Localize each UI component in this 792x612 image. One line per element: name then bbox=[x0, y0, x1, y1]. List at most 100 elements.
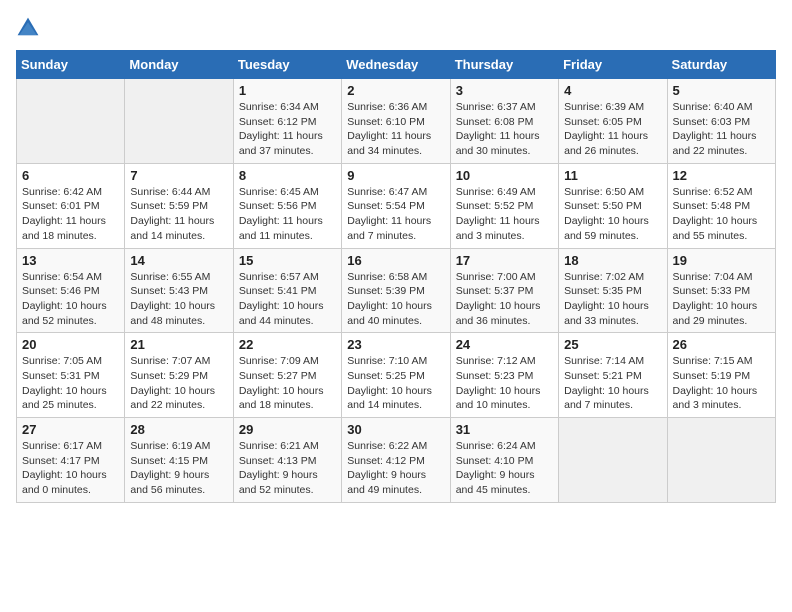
day-info: Sunrise: 6:54 AMSunset: 5:46 PMDaylight:… bbox=[22, 270, 119, 329]
day-info: Sunrise: 6:44 AMSunset: 5:59 PMDaylight:… bbox=[130, 185, 227, 244]
calendar-header: SundayMondayTuesdayWednesdayThursdayFrid… bbox=[17, 51, 776, 79]
calendar-week-2: 6Sunrise: 6:42 AMSunset: 6:01 PMDaylight… bbox=[17, 163, 776, 248]
calendar-cell: 11 Sunrise: 6:50 AMSunset: 5:50 PMDayligh… bbox=[559, 163, 667, 248]
calendar-cell: 9 Sunrise: 6:47 AMSunset: 5:54 PMDaylight… bbox=[342, 163, 450, 248]
day-info: Sunrise: 6:39 AMSunset: 6:05 PMDaylight:… bbox=[564, 100, 661, 159]
day-number: 31 bbox=[456, 422, 553, 437]
day-number: 10 bbox=[456, 168, 553, 183]
calendar-week-5: 27 Sunrise: 6:17 AMSunset: 4:17 PMDayligh… bbox=[17, 418, 776, 503]
weekday-header-saturday: Saturday bbox=[667, 51, 775, 79]
day-info: Sunrise: 6:42 AMSunset: 6:01 PMDaylight:… bbox=[22, 185, 119, 244]
day-info: Sunrise: 6:52 AMSunset: 5:48 PMDaylight:… bbox=[673, 185, 770, 244]
day-number: 14 bbox=[130, 253, 227, 268]
weekday-header-thursday: Thursday bbox=[450, 51, 558, 79]
logo bbox=[16, 16, 44, 40]
calendar-cell: 4 Sunrise: 6:39 AMSunset: 6:05 PMDaylight… bbox=[559, 79, 667, 164]
weekday-header-tuesday: Tuesday bbox=[233, 51, 341, 79]
calendar-cell bbox=[559, 418, 667, 503]
calendar-cell: 24 Sunrise: 7:12 AMSunset: 5:23 PMDayligh… bbox=[450, 333, 558, 418]
calendar-cell: 27 Sunrise: 6:17 AMSunset: 4:17 PMDayligh… bbox=[17, 418, 125, 503]
day-number: 8 bbox=[239, 168, 336, 183]
weekday-header-friday: Friday bbox=[559, 51, 667, 79]
day-info: Sunrise: 6:47 AMSunset: 5:54 PMDaylight:… bbox=[347, 185, 444, 244]
day-number: 17 bbox=[456, 253, 553, 268]
day-info: Sunrise: 6:50 AMSunset: 5:50 PMDaylight:… bbox=[564, 185, 661, 244]
calendar-cell: 17 Sunrise: 7:00 AMSunset: 5:37 PMDayligh… bbox=[450, 248, 558, 333]
weekday-header-sunday: Sunday bbox=[17, 51, 125, 79]
calendar-cell: 26 Sunrise: 7:15 AMSunset: 5:19 PMDayligh… bbox=[667, 333, 775, 418]
day-number: 20 bbox=[22, 337, 119, 352]
calendar-cell: 5 Sunrise: 6:40 AMSunset: 6:03 PMDaylight… bbox=[667, 79, 775, 164]
calendar-cell: 16 Sunrise: 6:58 AMSunset: 5:39 PMDayligh… bbox=[342, 248, 450, 333]
calendar-cell: 14 Sunrise: 6:55 AMSunset: 5:43 PMDayligh… bbox=[125, 248, 233, 333]
day-number: 22 bbox=[239, 337, 336, 352]
calendar-cell bbox=[667, 418, 775, 503]
calendar-week-3: 13 Sunrise: 6:54 AMSunset: 5:46 PMDayligh… bbox=[17, 248, 776, 333]
day-info: Sunrise: 7:09 AMSunset: 5:27 PMDaylight:… bbox=[239, 354, 336, 413]
calendar-week-1: 1Sunrise: 6:34 AMSunset: 6:12 PMDaylight… bbox=[17, 79, 776, 164]
day-info: Sunrise: 6:58 AMSunset: 5:39 PMDaylight:… bbox=[347, 270, 444, 329]
day-number: 21 bbox=[130, 337, 227, 352]
day-info: Sunrise: 7:05 AMSunset: 5:31 PMDaylight:… bbox=[22, 354, 119, 413]
calendar-cell: 7 Sunrise: 6:44 AMSunset: 5:59 PMDaylight… bbox=[125, 163, 233, 248]
day-number: 4 bbox=[564, 83, 661, 98]
calendar-cell: 10 Sunrise: 6:49 AMSunset: 5:52 PMDayligh… bbox=[450, 163, 558, 248]
weekday-header-monday: Monday bbox=[125, 51, 233, 79]
calendar-cell: 19Sunrise: 7:04 AMSunset: 5:33 PMDayligh… bbox=[667, 248, 775, 333]
calendar-cell: 28 Sunrise: 6:19 AMSunset: 4:15 PMDayligh… bbox=[125, 418, 233, 503]
day-number: 27 bbox=[22, 422, 119, 437]
day-number: 23 bbox=[347, 337, 444, 352]
day-number: 5 bbox=[673, 83, 770, 98]
day-info: Sunrise: 7:15 AMSunset: 5:19 PMDaylight:… bbox=[673, 354, 770, 413]
day-number: 26 bbox=[673, 337, 770, 352]
day-number: 24 bbox=[456, 337, 553, 352]
calendar-cell: 6Sunrise: 6:42 AMSunset: 6:01 PMDaylight… bbox=[17, 163, 125, 248]
day-number: 9 bbox=[347, 168, 444, 183]
day-number: 2 bbox=[347, 83, 444, 98]
day-info: Sunrise: 6:22 AMSunset: 4:12 PMDaylight:… bbox=[347, 439, 444, 498]
day-info: Sunrise: 6:55 AMSunset: 5:43 PMDaylight:… bbox=[130, 270, 227, 329]
day-info: Sunrise: 6:37 AMSunset: 6:08 PMDaylight:… bbox=[456, 100, 553, 159]
day-info: Sunrise: 6:45 AMSunset: 5:56 PMDaylight:… bbox=[239, 185, 336, 244]
day-info: Sunrise: 6:21 AMSunset: 4:13 PMDaylight:… bbox=[239, 439, 336, 498]
day-info: Sunrise: 7:14 AMSunset: 5:21 PMDaylight:… bbox=[564, 354, 661, 413]
page-header bbox=[16, 16, 776, 40]
day-number: 30 bbox=[347, 422, 444, 437]
day-number: 12 bbox=[673, 168, 770, 183]
calendar-cell: 13 Sunrise: 6:54 AMSunset: 5:46 PMDayligh… bbox=[17, 248, 125, 333]
day-number: 28 bbox=[130, 422, 227, 437]
day-info: Sunrise: 7:00 AMSunset: 5:37 PMDaylight:… bbox=[456, 270, 553, 329]
weekday-header-wednesday: Wednesday bbox=[342, 51, 450, 79]
calendar-cell: 12 Sunrise: 6:52 AMSunset: 5:48 PMDayligh… bbox=[667, 163, 775, 248]
calendar-table: SundayMondayTuesdayWednesdayThursdayFrid… bbox=[16, 50, 776, 503]
calendar-cell: 21Sunrise: 7:07 AMSunset: 5:29 PMDayligh… bbox=[125, 333, 233, 418]
day-number: 16 bbox=[347, 253, 444, 268]
calendar-cell: 23 Sunrise: 7:10 AMSunset: 5:25 PMDayligh… bbox=[342, 333, 450, 418]
day-info: Sunrise: 6:49 AMSunset: 5:52 PMDaylight:… bbox=[456, 185, 553, 244]
day-info: Sunrise: 6:19 AMSunset: 4:15 PMDaylight:… bbox=[130, 439, 227, 498]
day-info: Sunrise: 6:40 AMSunset: 6:03 PMDaylight:… bbox=[673, 100, 770, 159]
day-info: Sunrise: 6:57 AMSunset: 5:41 PMDaylight:… bbox=[239, 270, 336, 329]
calendar-cell: 22 Sunrise: 7:09 AMSunset: 5:27 PMDayligh… bbox=[233, 333, 341, 418]
day-number: 11 bbox=[564, 168, 661, 183]
calendar-cell: 8 Sunrise: 6:45 AMSunset: 5:56 PMDaylight… bbox=[233, 163, 341, 248]
calendar-cell: 18Sunrise: 7:02 AMSunset: 5:35 PMDayligh… bbox=[559, 248, 667, 333]
day-number: 7 bbox=[130, 168, 227, 183]
day-info: Sunrise: 7:12 AMSunset: 5:23 PMDaylight:… bbox=[456, 354, 553, 413]
day-info: Sunrise: 6:17 AMSunset: 4:17 PMDaylight:… bbox=[22, 439, 119, 498]
calendar-cell: 30 Sunrise: 6:22 AMSunset: 4:12 PMDayligh… bbox=[342, 418, 450, 503]
day-number: 15 bbox=[239, 253, 336, 268]
day-info: Sunrise: 7:10 AMSunset: 5:25 PMDaylight:… bbox=[347, 354, 444, 413]
day-number: 3 bbox=[456, 83, 553, 98]
logo-icon bbox=[16, 16, 40, 40]
day-info: Sunrise: 7:02 AMSunset: 5:35 PMDaylight:… bbox=[564, 270, 661, 329]
day-number: 29 bbox=[239, 422, 336, 437]
day-info: Sunrise: 6:24 AMSunset: 4:10 PMDaylight:… bbox=[456, 439, 553, 498]
calendar-cell: 20 Sunrise: 7:05 AMSunset: 5:31 PMDayligh… bbox=[17, 333, 125, 418]
day-number: 13 bbox=[22, 253, 119, 268]
day-info: Sunrise: 6:34 AMSunset: 6:12 PMDaylight:… bbox=[239, 100, 336, 159]
day-info: Sunrise: 7:04 AMSunset: 5:33 PMDaylight:… bbox=[673, 270, 770, 329]
calendar-cell: 1Sunrise: 6:34 AMSunset: 6:12 PMDaylight… bbox=[233, 79, 341, 164]
calendar-cell bbox=[17, 79, 125, 164]
calendar-cell bbox=[125, 79, 233, 164]
